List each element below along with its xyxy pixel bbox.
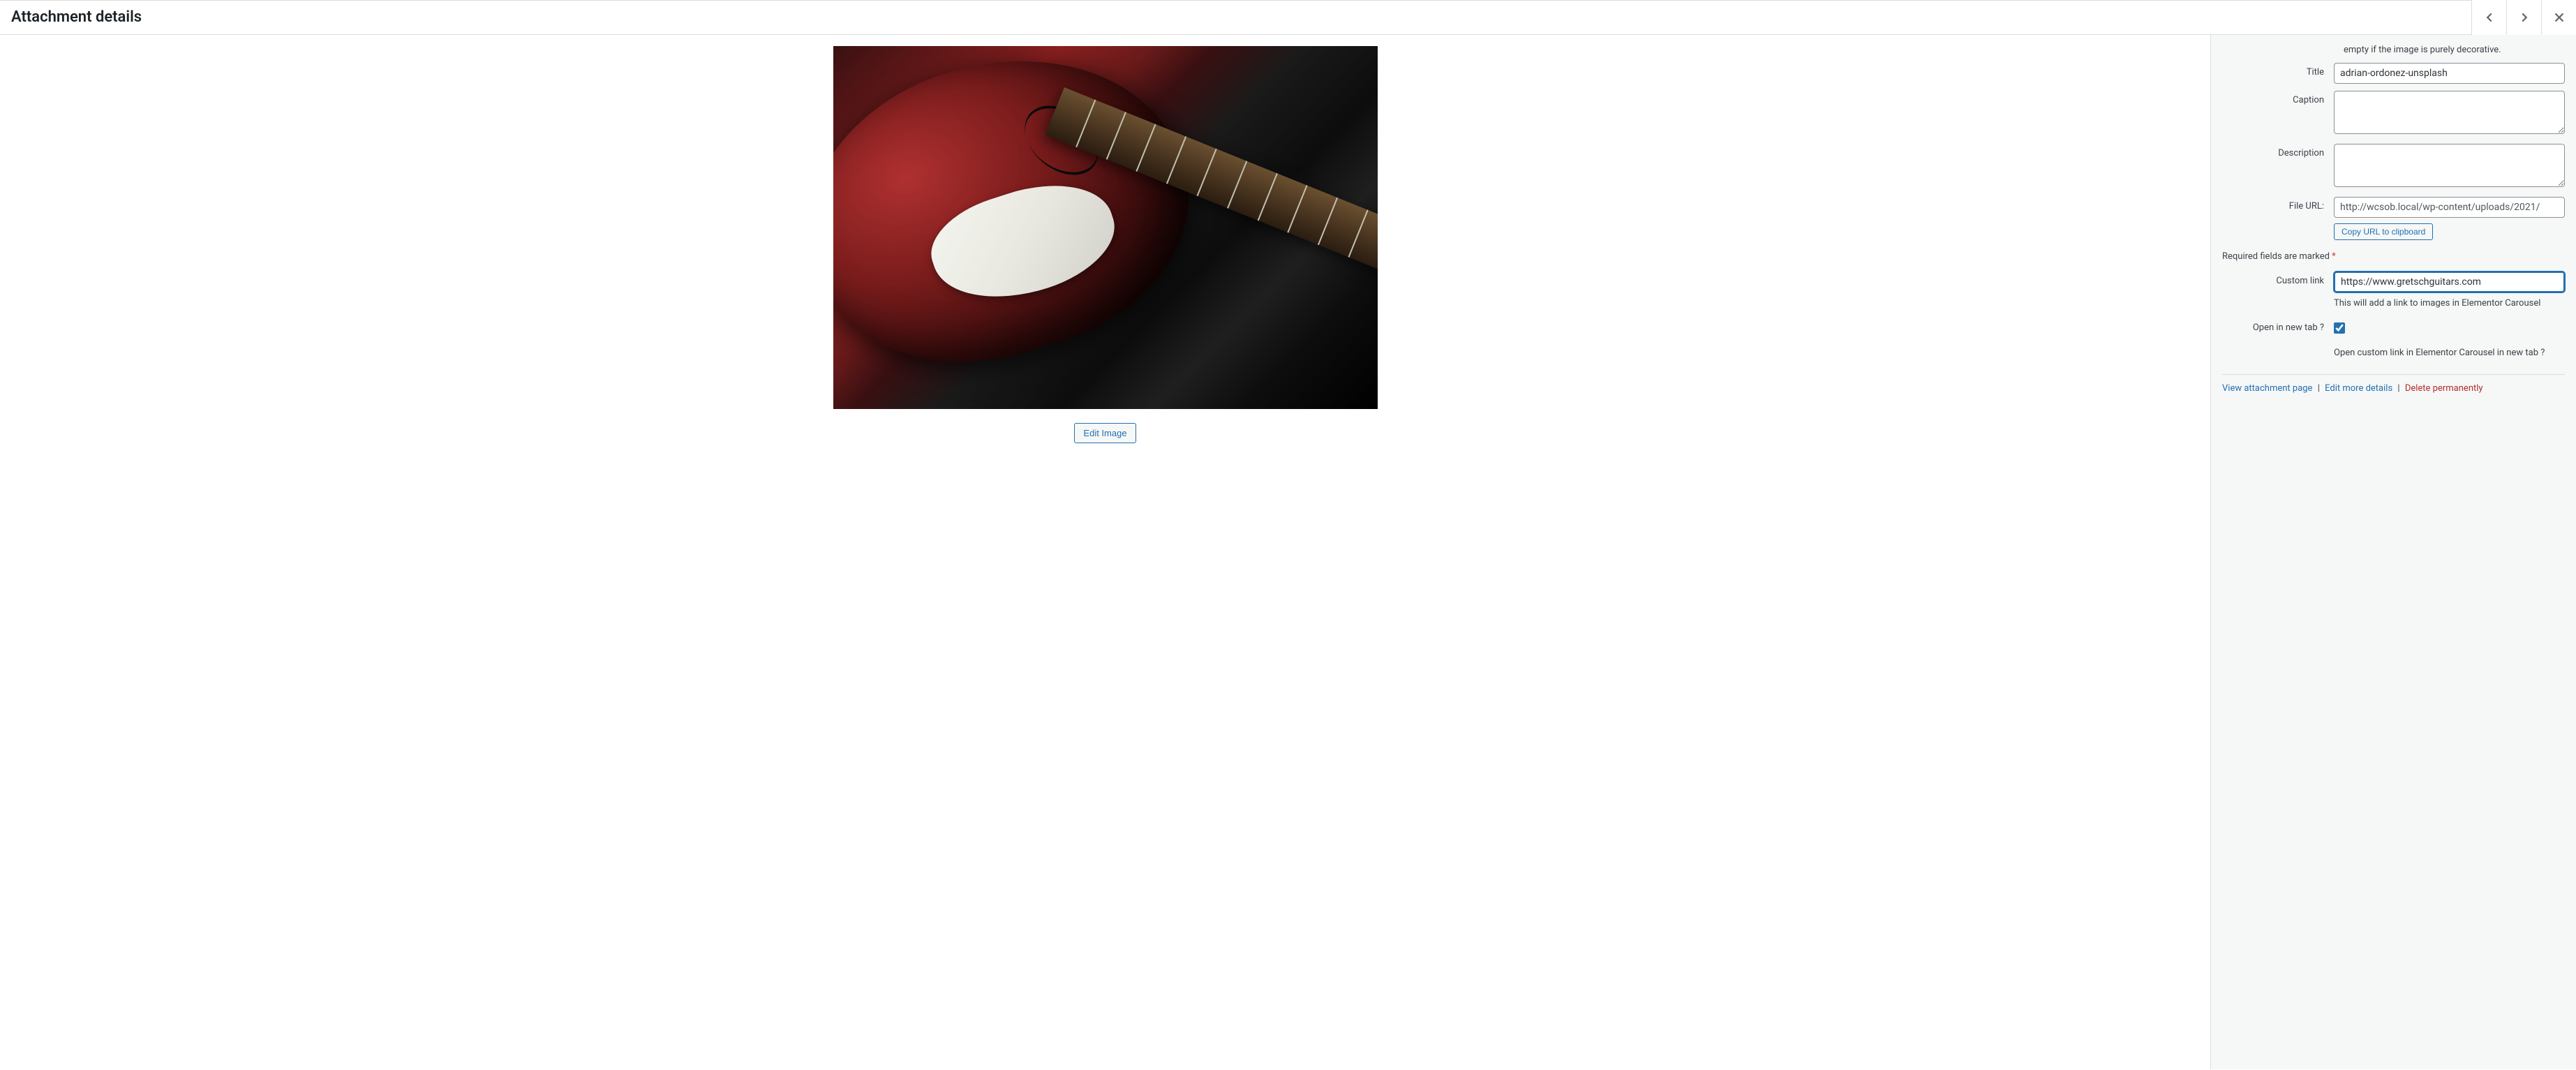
title-label: Title — [2222, 63, 2334, 77]
description-input[interactable] — [2334, 144, 2565, 187]
edit-image-button[interactable]: Edit Image — [1074, 423, 1136, 443]
title-field-row: Title — [2222, 63, 2565, 84]
description-label: Description — [2222, 144, 2334, 158]
open-new-tab-help: Open custom link in Elementor Carousel i… — [2334, 346, 2565, 360]
custom-link-help: This will add a link to images in Elemen… — [2334, 297, 2565, 311]
custom-link-input[interactable] — [2334, 272, 2565, 292]
open-new-tab-label: Open in new tab ? — [2222, 322, 2334, 333]
custom-link-label: Custom link — [2222, 272, 2334, 286]
chevron-left-icon — [2482, 10, 2497, 25]
view-attachment-link[interactable]: View attachment page — [2222, 383, 2312, 394]
prev-button[interactable] — [2471, 0, 2506, 35]
caption-field-row: Caption — [2222, 91, 2565, 137]
description-field-row: Description — [2222, 144, 2565, 190]
close-button[interactable] — [2541, 0, 2576, 35]
file-url-input[interactable] — [2334, 197, 2565, 218]
preview-pane: Edit Image — [0, 35, 2210, 1069]
custom-link-field-row: Custom link This will add a link to imag… — [2222, 272, 2565, 311]
open-new-tab-checkbox[interactable] — [2334, 322, 2345, 334]
header-nav — [2471, 0, 2576, 35]
details-pane[interactable]: empty if the image is purely decorative.… — [2210, 35, 2576, 1069]
caption-label: Caption — [2222, 91, 2334, 105]
next-button[interactable] — [2506, 0, 2541, 35]
bottom-links: View attachment page | Edit more details… — [2222, 383, 2565, 394]
title-input[interactable] — [2334, 63, 2565, 84]
page-title: Attachment details — [11, 0, 142, 35]
copy-url-button[interactable]: Copy URL to clipboard — [2334, 223, 2433, 240]
file-url-label: File URL: — [2222, 197, 2334, 211]
chevron-right-icon — [2517, 10, 2532, 25]
caption-input[interactable] — [2334, 91, 2565, 134]
close-icon — [2552, 10, 2567, 25]
file-url-field-row: File URL: Copy URL to clipboard — [2222, 197, 2565, 240]
divider — [2222, 374, 2565, 375]
edit-more-details-link[interactable]: Edit more details — [2325, 383, 2392, 394]
alt-text-helper: empty if the image is purely decorative. — [2344, 43, 2565, 57]
attachment-preview-image — [833, 46, 1378, 409]
required-star: * — [2332, 251, 2336, 262]
open-new-tab-field-row: Open in new tab ? Open custom link in El… — [2222, 322, 2565, 360]
delete-permanently-link[interactable]: Delete permanently — [2405, 383, 2483, 394]
modal-header: Attachment details — [0, 0, 2576, 35]
required-fields-note: Required fields are marked * — [2222, 251, 2565, 262]
modal-body: Edit Image empty if the image is purely … — [0, 35, 2576, 1069]
